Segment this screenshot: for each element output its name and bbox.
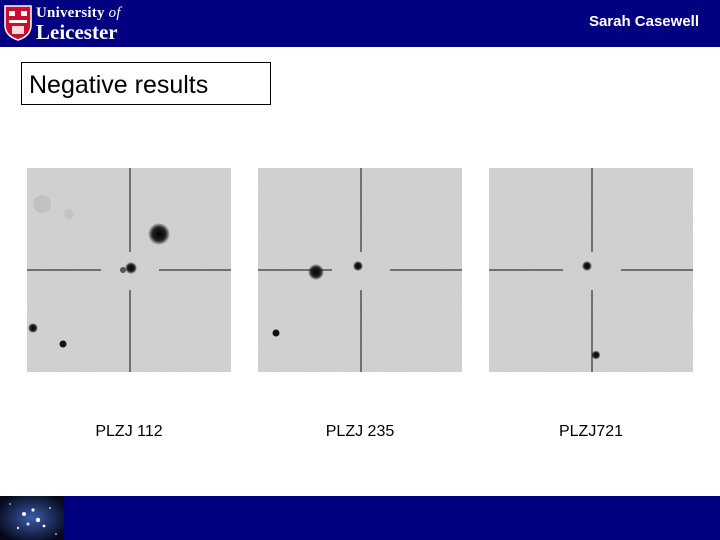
footer-bar xyxy=(0,496,720,540)
panel-caption-3: PLZJ721 xyxy=(558,423,624,440)
image-panel-2 xyxy=(258,168,462,372)
logo-wordmark-line2: Leicester xyxy=(36,20,118,44)
university-shield-icon xyxy=(4,5,32,41)
slide-title: Negative results xyxy=(29,71,209,99)
astronomical-image-2 xyxy=(258,168,462,372)
image-panel-1 xyxy=(27,168,231,372)
panel-caption-1: PLZJ 112 xyxy=(95,423,163,440)
pleiades-star-cluster-icon xyxy=(0,496,64,540)
astronomical-image-1 xyxy=(27,168,231,372)
panel-caption-2: PLZJ 235 xyxy=(325,423,395,440)
astronomical-image-3 xyxy=(489,168,693,372)
university-logo[interactable]: University of Leicester xyxy=(2,3,144,44)
image-panel-3 xyxy=(489,168,693,372)
slide-title-box: Negative results xyxy=(21,62,271,105)
author-name: Sarah Casewell xyxy=(588,13,699,30)
header-bar: University of Leicester Sarah Casewell xyxy=(0,0,720,47)
